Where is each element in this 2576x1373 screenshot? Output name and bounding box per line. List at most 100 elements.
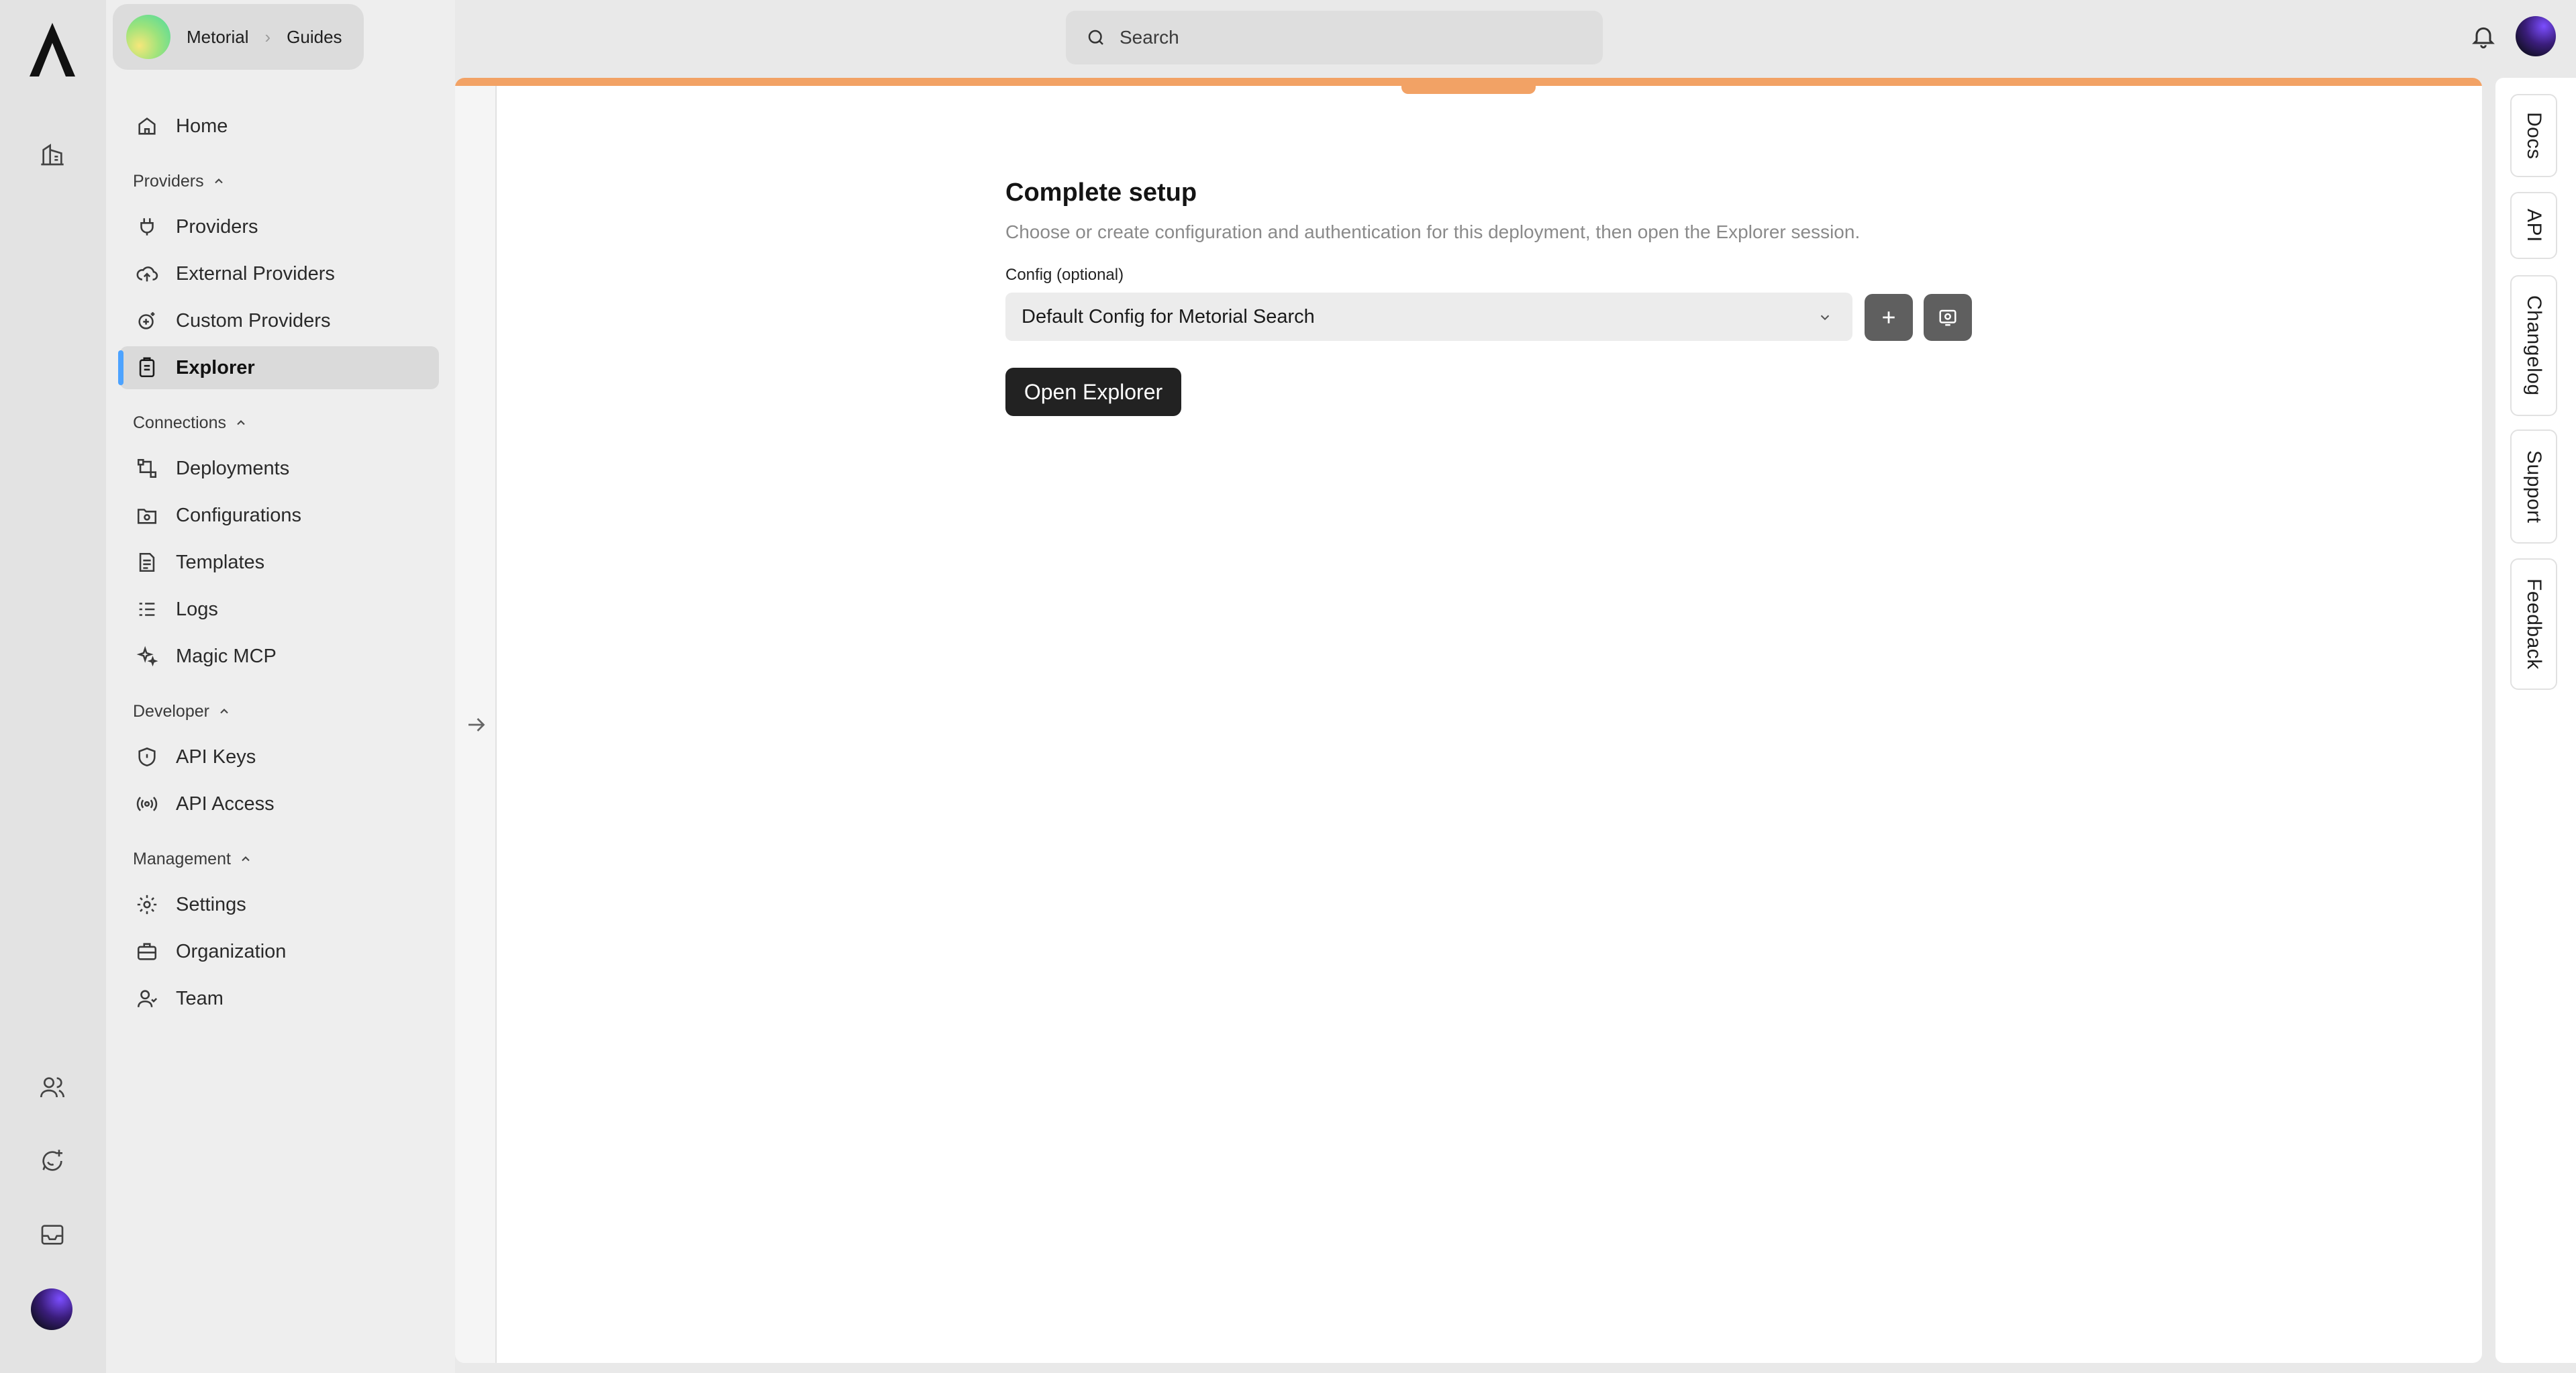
section-label: Management xyxy=(133,849,231,868)
sidebar-item-providers[interactable]: Providers xyxy=(119,205,439,248)
sidebar-item-label: Providers xyxy=(176,215,258,238)
broadcast-icon xyxy=(136,797,158,811)
sidebar-item-label: Templates xyxy=(176,551,265,573)
clipboard-icon xyxy=(139,357,155,378)
breadcrumb[interactable]: Metorial › Guides xyxy=(113,4,364,70)
list-icon xyxy=(139,603,155,616)
chevron-up-icon xyxy=(220,709,228,714)
tab-label: Docs xyxy=(2523,111,2545,160)
section-label: Connections xyxy=(133,413,226,432)
gear-icon xyxy=(137,895,157,915)
sidebar-item-label: Configurations xyxy=(176,504,301,526)
sidebar-item-settings[interactable]: Settings xyxy=(119,883,439,926)
sidebar-item-external-providers[interactable]: External Providers xyxy=(119,252,439,295)
sidebar-item-label: Home xyxy=(176,115,228,137)
user-avatar[interactable] xyxy=(31,1288,72,1330)
tab-feedback[interactable]: Feedback xyxy=(2510,558,2557,690)
add-config-button[interactable] xyxy=(1865,294,1913,341)
open-explorer-button[interactable]: Open Explorer xyxy=(1005,368,1181,416)
section-label: Providers xyxy=(133,171,204,191)
cloud-upload-icon xyxy=(136,266,158,282)
app-rail xyxy=(0,0,106,1373)
section-label: Developer xyxy=(133,701,209,721)
template-icon xyxy=(139,552,155,572)
breadcrumb-page[interactable]: Guides xyxy=(287,27,342,48)
sidebar-item-templates[interactable]: Templates xyxy=(119,541,439,584)
sidebar-item-api-keys[interactable]: API Keys xyxy=(119,735,439,778)
tab-support[interactable]: Support xyxy=(2510,429,2557,544)
app-logo[interactable] xyxy=(27,20,78,81)
sidebar-item-team[interactable]: Team xyxy=(119,977,439,1020)
settings-window-icon xyxy=(1939,309,1956,326)
section-connections[interactable]: Connections xyxy=(133,409,248,436)
sidebar-item-organization[interactable]: Organization xyxy=(119,930,439,973)
chevron-up-icon xyxy=(214,179,223,184)
tab-label: Support xyxy=(2523,450,2545,523)
sidebar-item-label: API Keys xyxy=(176,746,256,768)
sidebar-item-label: Deployments xyxy=(176,457,290,479)
sidebar-item-home[interactable]: Home xyxy=(119,105,439,148)
page-description: Choose or create configuration and authe… xyxy=(1005,221,1861,242)
org-avatar xyxy=(126,15,170,59)
deploy-icon xyxy=(137,458,157,478)
users-icon[interactable] xyxy=(32,1067,72,1107)
edit-config-button[interactable] xyxy=(1924,294,1972,341)
arrow-right-icon[interactable] xyxy=(464,713,489,737)
sidebar-item-label: API Access xyxy=(176,793,275,815)
sidebar-item-label: Magic MCP xyxy=(176,645,277,667)
profile-avatar[interactable] xyxy=(2516,16,2556,56)
accent-tab xyxy=(1401,86,1536,94)
sidebar-item-logs[interactable]: Logs xyxy=(119,588,439,631)
section-providers[interactable]: Providers xyxy=(133,168,226,195)
bell-icon[interactable] xyxy=(2470,23,2497,50)
tab-docs[interactable]: Docs xyxy=(2510,94,2557,177)
user-icon xyxy=(137,990,158,1007)
chevron-up-icon xyxy=(237,420,245,425)
sidebar-item-label: Settings xyxy=(176,893,246,915)
tab-changelog[interactable]: Changelog xyxy=(2510,275,2557,416)
sidebar-item-label: Organization xyxy=(176,940,287,962)
side-gutter xyxy=(455,86,497,1363)
breadcrumb-org[interactable]: Metorial xyxy=(187,27,248,48)
sidebar-item-magic-mcp[interactable]: Magic MCP xyxy=(119,635,439,678)
section-developer[interactable]: Developer xyxy=(133,698,231,725)
inbox-icon[interactable] xyxy=(32,1215,72,1255)
sidebar-item-label: Custom Providers xyxy=(176,309,331,332)
building-icon[interactable] xyxy=(32,134,72,174)
sidebar-item-deployments[interactable]: Deployments xyxy=(119,447,439,490)
chevron-up-icon xyxy=(242,856,250,862)
shield-icon xyxy=(138,747,156,767)
chat-add-icon[interactable] xyxy=(32,1141,72,1181)
sidebar-item-custom-providers[interactable]: Custom Providers xyxy=(119,299,439,342)
sidebar-item-label: External Providers xyxy=(176,262,335,285)
search-icon xyxy=(1088,30,1103,45)
plus-icon xyxy=(1883,311,1895,323)
sidebar-item-configurations[interactable]: Configurations xyxy=(119,494,439,537)
chevron-right-icon: › xyxy=(264,26,271,47)
sidebar-item-api-access[interactable]: API Access xyxy=(119,782,439,825)
accent-bar xyxy=(455,78,2482,86)
tab-label: Changelog xyxy=(2523,295,2545,396)
sidebar-item-label: Team xyxy=(176,987,224,1009)
chevron-down-icon xyxy=(1820,315,1830,321)
search-input[interactable]: Search xyxy=(1066,11,1603,64)
sidebar-item-label: Logs xyxy=(176,598,218,620)
folder-gear-icon xyxy=(137,509,157,524)
tab-label: Feedback xyxy=(2523,578,2545,670)
home-icon xyxy=(138,117,156,135)
main-panel: Complete setup Choose or create configur… xyxy=(455,78,2482,1363)
right-tab-rail xyxy=(2495,78,2576,1363)
page-title: Complete setup xyxy=(1005,179,1197,207)
sparkles-icon xyxy=(136,646,158,667)
briefcase-icon xyxy=(137,943,157,960)
sidebar-item-explorer[interactable]: Explorer xyxy=(118,346,439,389)
section-management[interactable]: Management xyxy=(133,846,252,872)
config-select[interactable]: Default Config for Metorial Search xyxy=(1005,293,1852,341)
sidebar-item-label: Explorer xyxy=(176,356,255,378)
search-placeholder: Search xyxy=(1120,27,1179,48)
tab-label: API xyxy=(2523,209,2545,242)
config-selected-value: Default Config for Metorial Search xyxy=(1022,305,1315,327)
config-label: Config (optional) xyxy=(1005,266,1124,284)
tab-api[interactable]: API xyxy=(2510,192,2557,259)
plug-icon xyxy=(140,218,154,236)
